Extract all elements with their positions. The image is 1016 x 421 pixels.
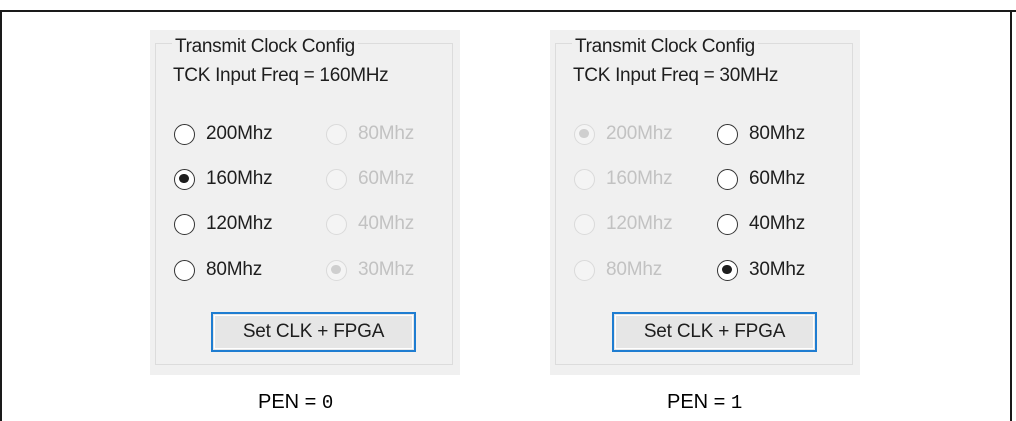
frame-right-border: [1010, 10, 1012, 421]
radio-left-3[interactable]: 120Mhz: [174, 211, 273, 237]
radio-label: 160Mhz: [606, 168, 673, 189]
radio-right-1: 80Mhz: [326, 121, 414, 147]
radio-circle-icon: [174, 213, 195, 235]
radio-label: 40Mhz: [358, 213, 415, 234]
radio-circle-icon: [174, 123, 195, 145]
radio-label: 200Mhz: [606, 123, 673, 144]
clock-config-panel-pen1: Transmit Clock Config TCK Input Freq = 3…: [550, 30, 860, 375]
radio-left-1[interactable]: 200Mhz: [174, 121, 273, 147]
radio-circle-icon: [717, 168, 738, 190]
radio-left-1: 200Mhz: [574, 121, 673, 147]
radio-right-1[interactable]: 80Mhz: [717, 121, 805, 147]
radio-label: 80Mhz: [358, 123, 415, 144]
radio-circle-icon: [326, 123, 347, 145]
radio-circle-icon: [574, 168, 595, 190]
set-clk-fpga-button[interactable]: Set CLK + FPGA: [612, 312, 817, 352]
radio-label: 120Mhz: [606, 213, 673, 234]
radio-circle-icon: [574, 259, 595, 281]
clock-config-panel-pen0: Transmit Clock Config TCK Input Freq = 1…: [150, 30, 460, 375]
radio-left-4[interactable]: 80Mhz: [174, 257, 262, 283]
radio-right-3: 40Mhz: [326, 211, 414, 237]
radio-circle-icon: [326, 168, 347, 190]
radio-circle-icon: [717, 259, 738, 281]
tck-input-freq-label: TCK Input Freq = 160MHz: [173, 65, 389, 86]
radio-circle-icon: [174, 168, 195, 190]
caption-value: 0: [321, 392, 334, 414]
radio-circle-icon: [574, 123, 595, 145]
radio-left-2: 160Mhz: [574, 166, 673, 192]
radio-right-2[interactable]: 60Mhz: [717, 166, 805, 192]
caption-value: 1: [730, 392, 743, 414]
radio-label: 80Mhz: [749, 123, 806, 144]
radio-label: 30Mhz: [749, 259, 806, 280]
radio-label: 30Mhz: [358, 259, 415, 280]
tck-input-freq-label: TCK Input Freq = 30MHz: [573, 65, 779, 86]
radio-right-4: 30Mhz: [326, 257, 414, 283]
radio-label: 80Mhz: [606, 259, 663, 280]
radio-right-3[interactable]: 40Mhz: [717, 211, 805, 237]
radio-circle-icon: [326, 259, 347, 281]
radio-circle-icon: [574, 213, 595, 235]
radio-label: 200Mhz: [206, 123, 273, 144]
radio-circle-icon: [717, 123, 738, 145]
radio-circle-icon: [174, 259, 195, 281]
radio-label: 160Mhz: [206, 168, 273, 189]
set-clk-fpga-button[interactable]: Set CLK + FPGA: [211, 312, 416, 352]
radio-label: 80Mhz: [206, 259, 263, 280]
radio-left-3: 120Mhz: [574, 211, 673, 237]
radio-right-2: 60Mhz: [326, 166, 414, 192]
radio-left-2[interactable]: 160Mhz: [174, 166, 273, 192]
caption-prefix: PEN =: [667, 391, 731, 413]
radio-label: 120Mhz: [206, 213, 273, 234]
radio-circle-icon: [717, 213, 738, 235]
group-title: Transmit Clock Config: [172, 36, 358, 58]
radio-label: 60Mhz: [358, 168, 415, 189]
group-title: Transmit Clock Config: [572, 36, 758, 58]
caption-pen-0: PEN = 0: [258, 391, 333, 414]
caption-prefix: PEN =: [258, 391, 322, 413]
caption-pen-1: PEN = 1: [667, 391, 742, 414]
radio-left-4: 80Mhz: [574, 257, 662, 283]
radio-label: 40Mhz: [749, 213, 806, 234]
radio-label: 60Mhz: [749, 168, 806, 189]
frame-left-border: [0, 10, 2, 421]
radio-right-4[interactable]: 30Mhz: [717, 257, 805, 283]
radio-circle-icon: [326, 213, 347, 235]
